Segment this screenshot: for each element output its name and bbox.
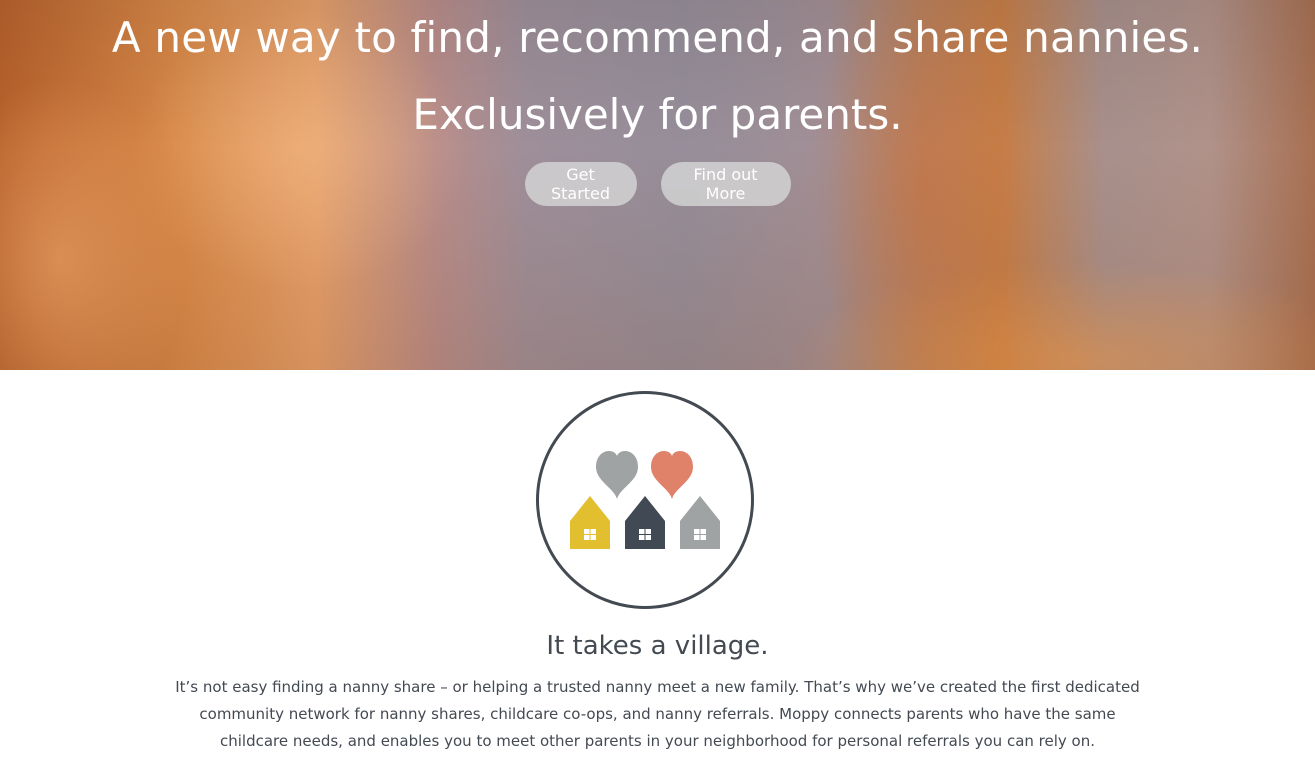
hero-buttons: Get Started Find out More (0, 162, 1315, 206)
salmon-heart-icon (651, 451, 693, 499)
get-started-button[interactable]: Get Started (524, 162, 637, 206)
hero-subtitle: Exclusively for parents. (412, 90, 903, 139)
hearts-and-houses-icon (536, 391, 754, 609)
hero-banner: A new way to find, recommend, and share … (0, 0, 1315, 370)
gray-heart-icon (596, 451, 638, 499)
hero-content: A new way to find, recommend, and share … (0, 0, 1315, 141)
village-description: It’s not easy finding a nanny share – or… (175, 678, 1140, 750)
find-out-more-button[interactable]: Find out More (660, 162, 791, 206)
village-section: It takes a village. It’s not easy findin… (0, 370, 1315, 759)
village-title: It takes a village. (546, 631, 769, 661)
gray-house-icon (680, 496, 720, 549)
yellow-house-icon (570, 496, 610, 549)
dark-house-icon (625, 496, 665, 549)
hero-title: A new way to find, recommend, and share … (111, 13, 1204, 62)
